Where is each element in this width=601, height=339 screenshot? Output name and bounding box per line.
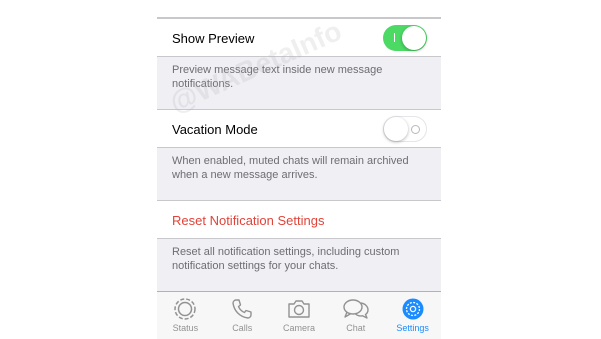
tab-status[interactable]: Status: [157, 292, 214, 339]
tab-calls-label: Calls: [232, 323, 253, 333]
tab-chat-label: Chat: [346, 323, 366, 333]
tab-camera[interactable]: Camera: [271, 292, 328, 339]
chat-bubbles-icon: [343, 299, 369, 319]
notifications-settings-screen: Show Preview Preview message text inside…: [157, 0, 441, 339]
show-preview-footer: Preview message text inside new message …: [172, 64, 383, 90]
tab-camera-label: Camera: [282, 323, 315, 333]
toggle-knob: [402, 26, 426, 50]
camera-icon: [288, 300, 310, 318]
vacation-mode-footer: When enabled, muted chats will remain ar…: [172, 155, 409, 181]
gear-icon: [402, 298, 424, 320]
status-icon: [174, 298, 197, 320]
show-preview-row[interactable]: Show Preview: [157, 18, 441, 57]
tab-calls[interactable]: Calls: [214, 292, 271, 339]
reset-notification-settings-row[interactable]: Reset Notification Settings: [157, 200, 441, 239]
vacation-mode-label: Vacation Mode: [172, 122, 258, 137]
tab-settings[interactable]: Settings: [384, 292, 441, 339]
reset-footer: Reset all notification settings, includi…: [172, 246, 400, 272]
reset-notification-settings-button[interactable]: Reset Notification Settings: [172, 213, 324, 228]
tab-bar: Status Calls Camera Chat Settings: [157, 291, 441, 339]
tab-status-label: Status: [172, 323, 199, 333]
tab-settings-label: Settings: [396, 323, 429, 333]
show-preview-label: Show Preview: [172, 31, 255, 46]
phone-icon: [232, 299, 252, 319]
vacation-mode-row[interactable]: Vacation Mode: [157, 109, 441, 148]
toggle-on-mark-icon: [394, 33, 395, 42]
toggle-off-mark-icon: [411, 125, 420, 134]
toggle-knob: [384, 117, 408, 141]
tab-chat[interactable]: Chat: [327, 292, 384, 339]
previous-row: [157, 0, 441, 18]
vacation-mode-toggle[interactable]: [383, 116, 427, 142]
show-preview-toggle[interactable]: [383, 25, 427, 51]
